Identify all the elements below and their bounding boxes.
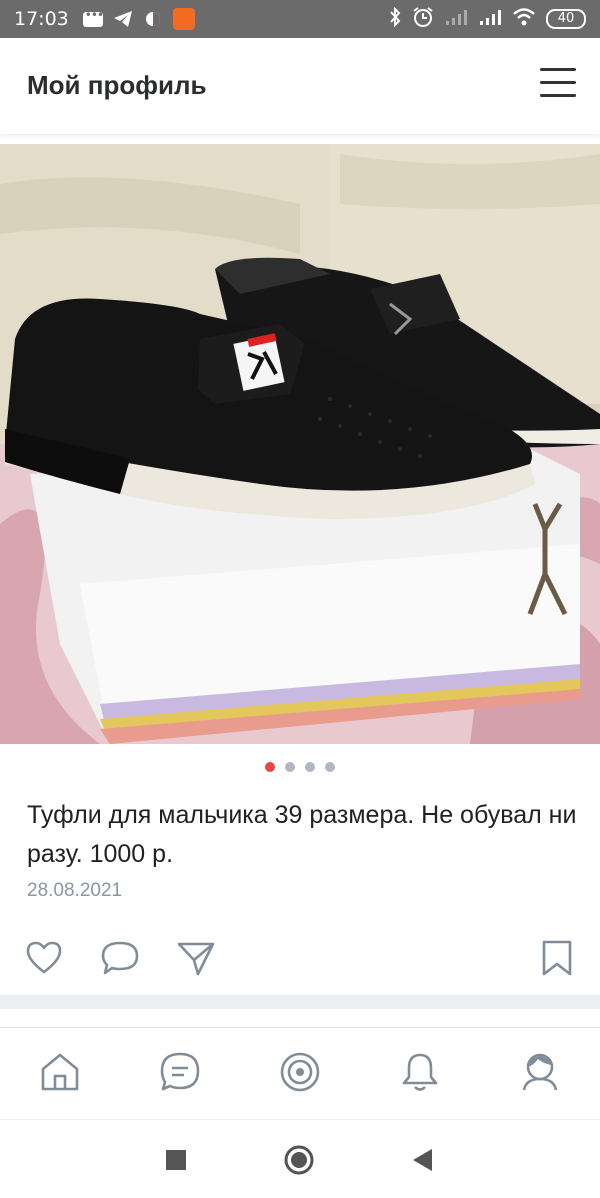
carousel-dot[interactable] xyxy=(305,762,315,772)
notifications-icon[interactable] xyxy=(398,1050,442,1094)
app-header: Мой профиль xyxy=(0,38,600,134)
profile-icon[interactable] xyxy=(518,1050,562,1094)
messages-icon[interactable] xyxy=(158,1050,202,1094)
message-icon xyxy=(82,8,103,27)
post-text: Туфли для мальчика 39 размера. Не обувал… xyxy=(27,801,577,868)
carousel-dot[interactable] xyxy=(325,762,335,772)
post-photo[interactable] xyxy=(0,144,600,744)
page-title: Мой профиль xyxy=(27,70,207,100)
bottom-tab-bar xyxy=(0,1027,600,1119)
battery-icon: 40 xyxy=(546,9,586,29)
status-bar: 17:03 40 xyxy=(0,0,600,38)
carousel-dot[interactable] xyxy=(285,762,295,772)
like-icon[interactable] xyxy=(24,938,64,978)
carousel-indicator xyxy=(0,762,600,772)
home-icon[interactable] xyxy=(38,1050,82,1094)
signal-icon xyxy=(478,8,502,31)
system-navigation-bar xyxy=(0,1119,600,1198)
status-time: 17:03 xyxy=(14,8,69,30)
share-icon[interactable] xyxy=(176,938,216,978)
back-button[interactable] xyxy=(406,1144,438,1176)
bluetooth-icon xyxy=(388,6,402,32)
next-post-card xyxy=(0,1009,600,1027)
alarm-icon xyxy=(412,6,434,33)
telegram-icon xyxy=(113,10,133,28)
bookmark-icon[interactable] xyxy=(537,938,577,978)
app-icon xyxy=(172,8,195,30)
post-actions xyxy=(0,938,600,980)
home-button[interactable] xyxy=(283,1144,315,1176)
vpn-icon xyxy=(143,10,163,28)
signal-icon xyxy=(444,8,468,31)
hamburger-menu-icon[interactable] xyxy=(538,68,578,100)
feed-separator xyxy=(0,995,600,1009)
comment-icon[interactable] xyxy=(100,938,140,978)
discover-icon[interactable] xyxy=(278,1050,322,1094)
carousel-dot-active[interactable] xyxy=(265,762,275,772)
post-date: 28.08.2021 xyxy=(27,880,123,901)
recents-button[interactable] xyxy=(160,1144,192,1176)
wifi-icon xyxy=(512,7,536,32)
